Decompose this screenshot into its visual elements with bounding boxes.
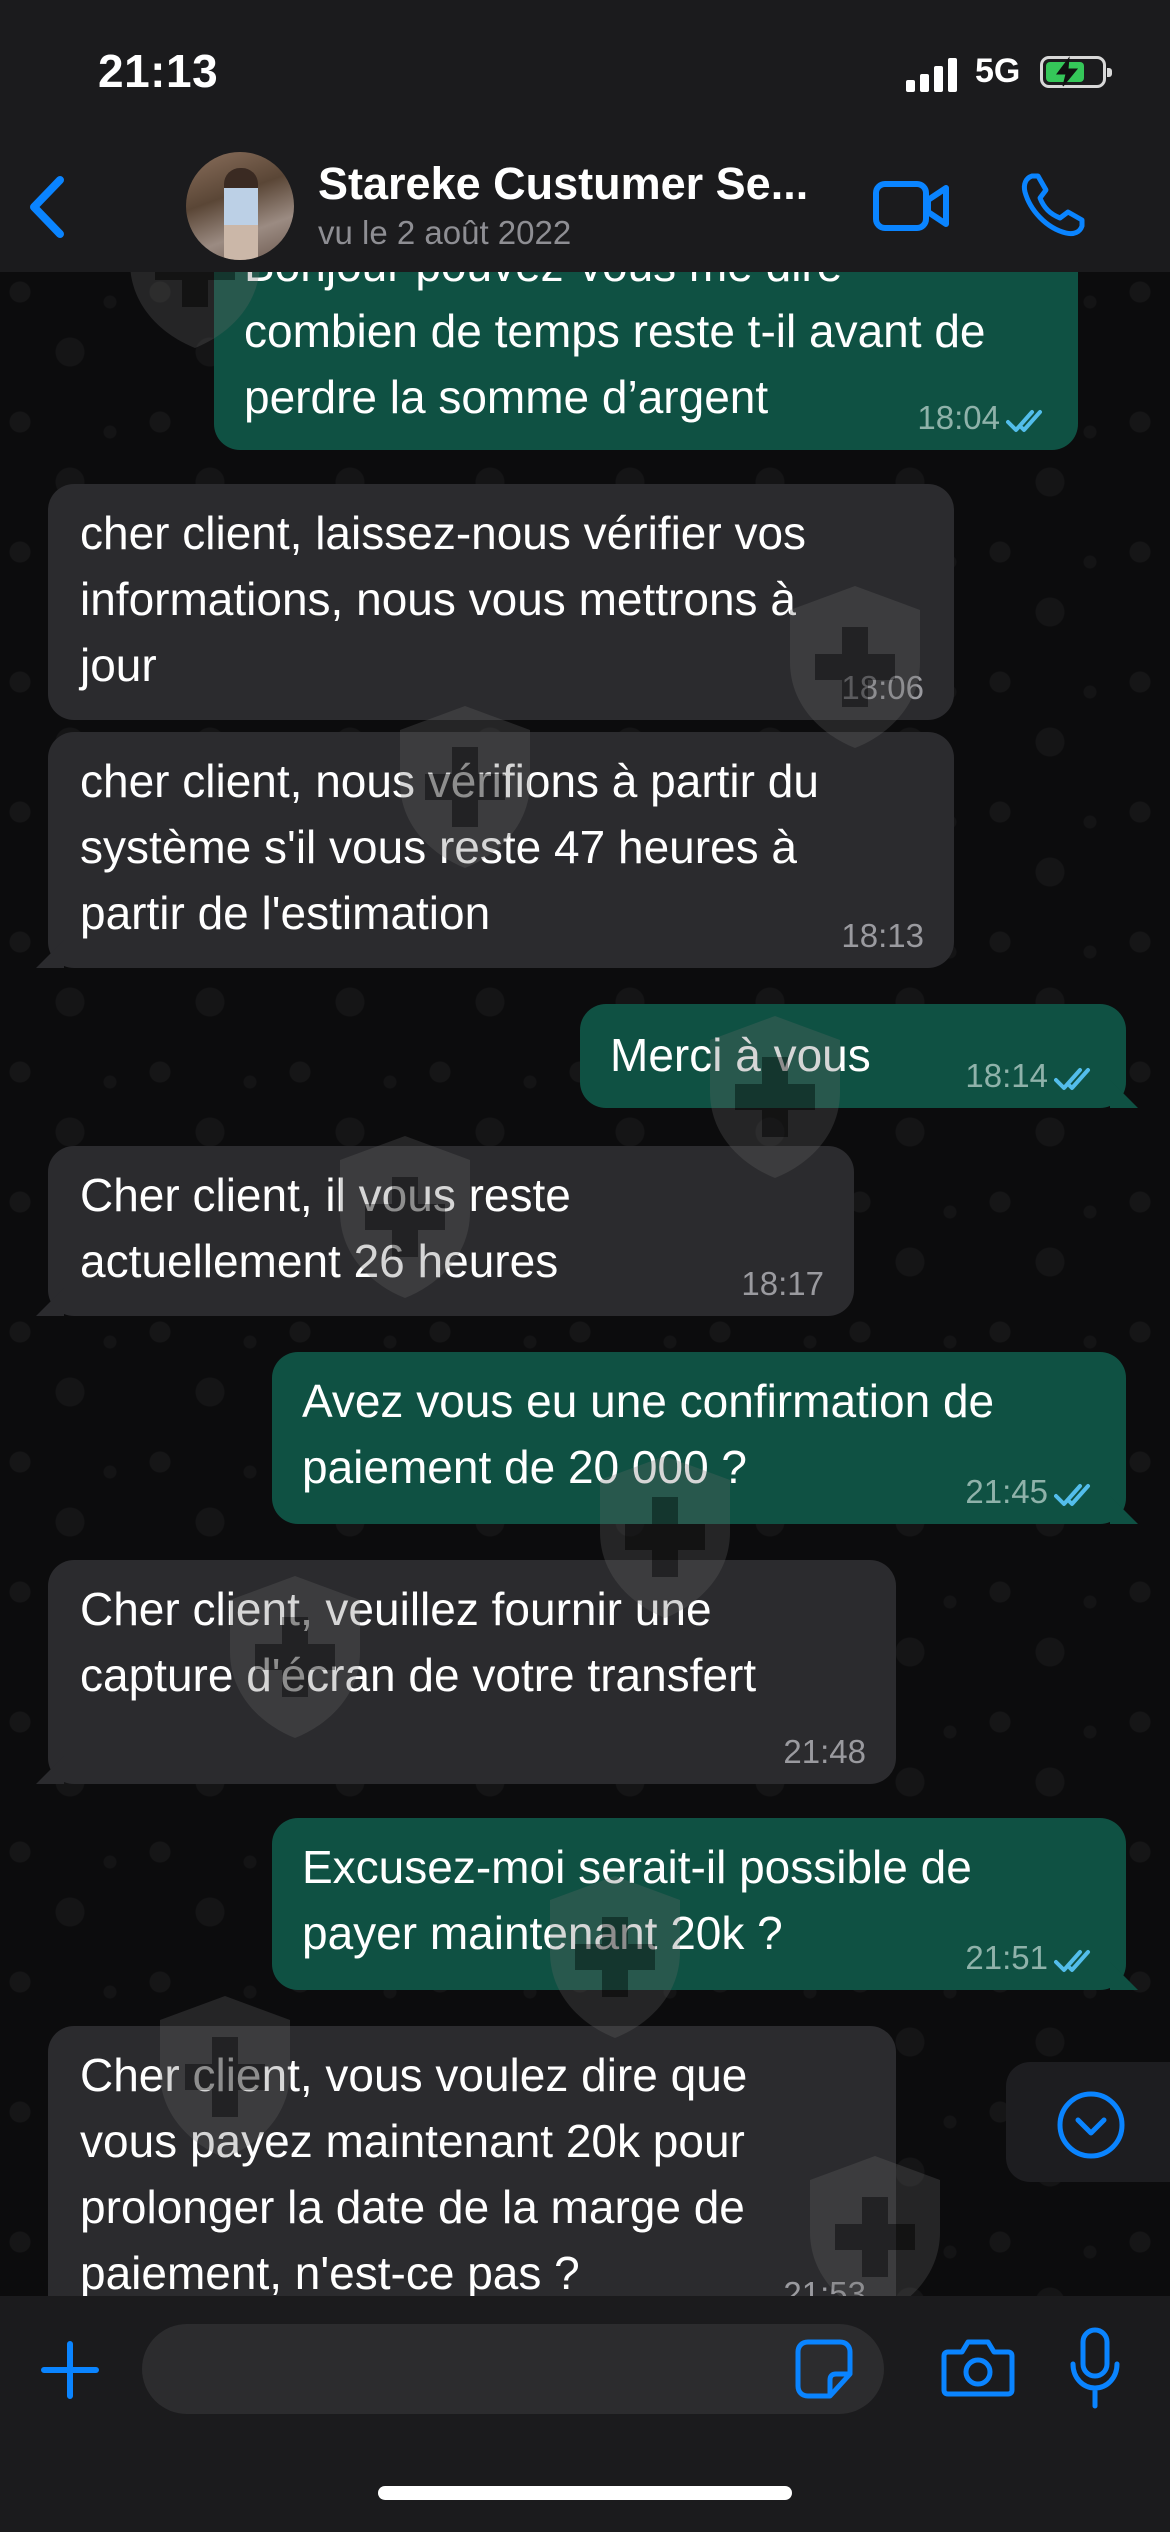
- home-indicator: [378, 2486, 792, 2500]
- plus-icon[interactable]: [38, 2338, 102, 2402]
- battery-icon: [1040, 56, 1112, 88]
- chevron-down-circle-icon: [1057, 2091, 1125, 2159]
- message-text: Merci à vous: [610, 1029, 871, 1081]
- message-incoming[interactable]: Cher client, veuillez fournir une captur…: [36, 1560, 896, 1784]
- read-ticks-icon: [1006, 410, 1042, 432]
- last-seen: vu le 2 août 2022: [318, 214, 572, 251]
- message-text: Bonjour pouvez-vous me dire combien de t…: [244, 272, 986, 423]
- message-time: 18:06: [841, 669, 924, 706]
- chat-header: Stareke Custumer Se... vu le 2 août 2022: [0, 140, 1170, 273]
- message-text: Cher client, vous voulez dire que vous p…: [80, 2049, 748, 2296]
- message-text: Avez vous eu une confirmation de paiemen…: [302, 1375, 995, 1493]
- message-time: 18:17: [741, 1265, 824, 1302]
- message-outgoing[interactable]: Bonjour pouvez-vous me dire combien de t…: [214, 272, 1078, 450]
- message-incoming[interactable]: Cher client, vous voulez dire que vous p…: [48, 2026, 896, 2296]
- message-time: 18:04: [917, 399, 1000, 436]
- message-time: 21:48: [783, 1733, 866, 1770]
- status-bar: 21:13 5G: [0, 0, 1170, 140]
- chevron-left-icon[interactable]: [18, 170, 78, 244]
- video-camera-icon[interactable]: [872, 176, 952, 236]
- message-time: 21:51: [965, 1939, 1048, 1976]
- message-time: 21:45: [965, 1473, 1048, 1510]
- sticker-icon[interactable]: [794, 2338, 854, 2400]
- message-time: 21:53: [783, 2275, 866, 2297]
- signal-icon: [906, 56, 960, 92]
- phone-icon[interactable]: [1018, 170, 1088, 240]
- message-text: Cher client, il vous reste actuellement …: [80, 1169, 571, 1287]
- scroll-to-bottom-button[interactable]: [1006, 2062, 1170, 2182]
- message-time: 18:13: [841, 917, 924, 954]
- camera-icon[interactable]: [940, 2336, 1016, 2400]
- read-ticks-icon: [1054, 1484, 1090, 1506]
- message-incoming[interactable]: cher client, nous vérifions à partir du …: [36, 732, 954, 968]
- message-outgoing[interactable]: Excusez-moi serait-il possible de payer …: [272, 1818, 1138, 1990]
- message-text: cher client, laissez-nous vérifier vos i…: [80, 507, 807, 691]
- read-ticks-icon: [1054, 1068, 1090, 1090]
- message-outgoing[interactable]: Merci à vous 18:14: [580, 1004, 1138, 1108]
- read-ticks-icon: [1054, 1950, 1090, 1972]
- microphone-icon[interactable]: [1068, 2326, 1122, 2412]
- contact-name[interactable]: Stareke Custumer Se...: [318, 158, 808, 210]
- message-input[interactable]: [142, 2324, 884, 2414]
- message-outgoing[interactable]: Avez vous eu une confirmation de paiemen…: [272, 1352, 1138, 1524]
- message-text: Cher client, veuillez fournir une captur…: [80, 1583, 757, 1701]
- message-text: cher client, nous vérifions à partir du …: [80, 755, 819, 939]
- message-incoming[interactable]: cher client, laissez-nous vérifier vos i…: [48, 484, 954, 720]
- chat-area[interactable]: Bonjour pouvez-vous me dire combien de t…: [0, 272, 1170, 2296]
- message-incoming[interactable]: Cher client, il vous reste actuellement …: [36, 1146, 854, 1316]
- network-type: 5G: [975, 52, 1021, 90]
- status-time: 21:13: [98, 45, 219, 97]
- message-text: Excusez-moi serait-il possible de payer …: [302, 1841, 972, 1959]
- message-time: 18:14: [965, 1057, 1048, 1094]
- avatar[interactable]: [186, 152, 294, 260]
